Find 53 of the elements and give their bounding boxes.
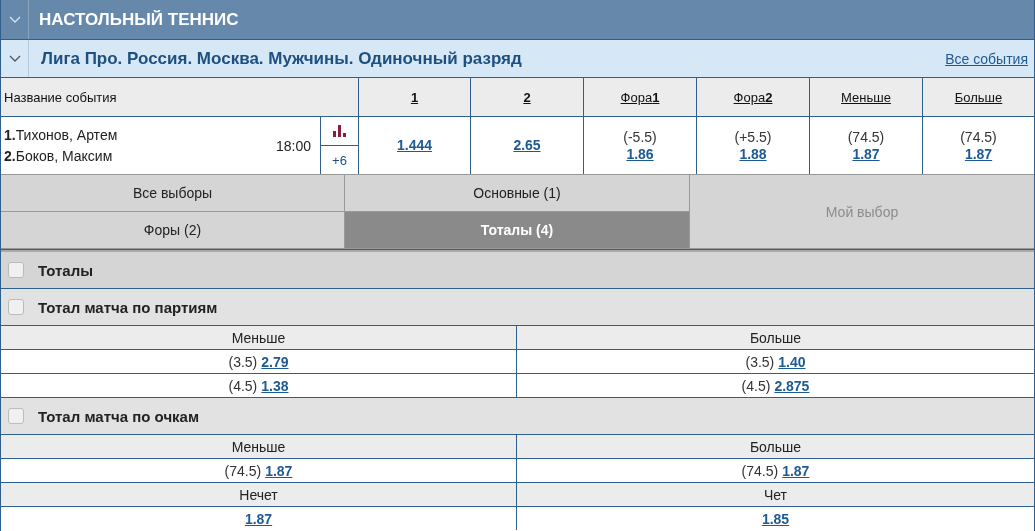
odds-link[interactable]: 1.87 bbox=[964, 145, 993, 163]
column-header[interactable]: 2 bbox=[470, 78, 583, 116]
market-tab[interactable]: Все выборы bbox=[1, 175, 345, 212]
handicap-value: (74.5) bbox=[960, 128, 997, 146]
event-time: 18:00 bbox=[275, 137, 311, 154]
total-value: (4.5) bbox=[741, 377, 771, 394]
column-header[interactable]: Меньше bbox=[809, 78, 922, 116]
total-value: (74.5) bbox=[224, 462, 262, 479]
odds-link[interactable]: 1.87 bbox=[244, 510, 273, 527]
column-header[interactable]: Фора2 bbox=[696, 78, 809, 116]
outcome-label: Чет bbox=[762, 485, 789, 505]
odds-link[interactable]: 1.88 bbox=[739, 145, 767, 163]
odds-link[interactable]: 1.86 bbox=[626, 145, 654, 163]
checkbox[interactable] bbox=[8, 299, 24, 315]
column-header[interactable]: Больше bbox=[922, 78, 1034, 116]
odds-link[interactable]: 1.444 bbox=[396, 137, 432, 154]
odds-link[interactable]: 2.65 bbox=[513, 137, 541, 154]
handicap-value: (74.5) bbox=[847, 128, 885, 146]
total-value: (74.5) bbox=[741, 462, 779, 479]
odds-link[interactable]: 1.87 bbox=[265, 462, 293, 479]
player-name: 2.Боков, Максим bbox=[4, 146, 114, 166]
handicap-value: (-5.5) bbox=[623, 128, 657, 146]
player-name: 1.Тихонов, Артем bbox=[4, 125, 119, 145]
market-tab[interactable]: Форы (2) bbox=[1, 212, 345, 249]
market-tab[interactable]: Основные (1) bbox=[345, 175, 690, 212]
bar-chart-icon bbox=[333, 125, 346, 137]
chevron-icon bbox=[8, 15, 21, 24]
total-value: (3.5) bbox=[228, 353, 258, 370]
column-header: Название события bbox=[3, 88, 118, 107]
league-title: Лига Про. Россия. Москва. Мужчины. Одиночный разряд bbox=[41, 48, 523, 69]
odds-link[interactable]: 1.87 bbox=[782, 462, 810, 479]
total-value: (4.5) bbox=[228, 377, 258, 394]
checkbox[interactable] bbox=[8, 408, 24, 424]
odds-link[interactable]: 1.40 bbox=[778, 353, 806, 370]
odds-link[interactable]: 1.38 bbox=[261, 377, 289, 394]
outcome-label: Больше bbox=[748, 328, 803, 348]
handicap-value: (+5.5) bbox=[734, 128, 772, 146]
column-header[interactable]: Фора1 bbox=[583, 78, 696, 116]
outcome-label: Больше bbox=[748, 437, 803, 457]
sport-title: НАСТОЛЬНЫЙ ТЕННИС bbox=[39, 9, 239, 30]
odds-link[interactable]: 2.875 bbox=[774, 377, 810, 394]
column-header[interactable]: 1 bbox=[358, 78, 470, 116]
checkbox[interactable] bbox=[8, 262, 24, 278]
total-value: (3.5) bbox=[745, 353, 775, 370]
odds-link[interactable]: 2.79 bbox=[261, 353, 289, 370]
all-events-link[interactable]: Все события bbox=[945, 50, 1028, 67]
odds-link[interactable]: 1.85 bbox=[761, 510, 790, 527]
chevron-icon bbox=[8, 54, 21, 63]
more-markets-link[interactable]: +6 bbox=[321, 146, 358, 174]
odds-link[interactable]: 1.87 bbox=[852, 145, 880, 163]
market-title: Тотал матча по очкам bbox=[38, 407, 200, 425]
market-title: Тоталы bbox=[38, 261, 94, 279]
market-title: Тотал матча по партиям bbox=[38, 298, 218, 316]
